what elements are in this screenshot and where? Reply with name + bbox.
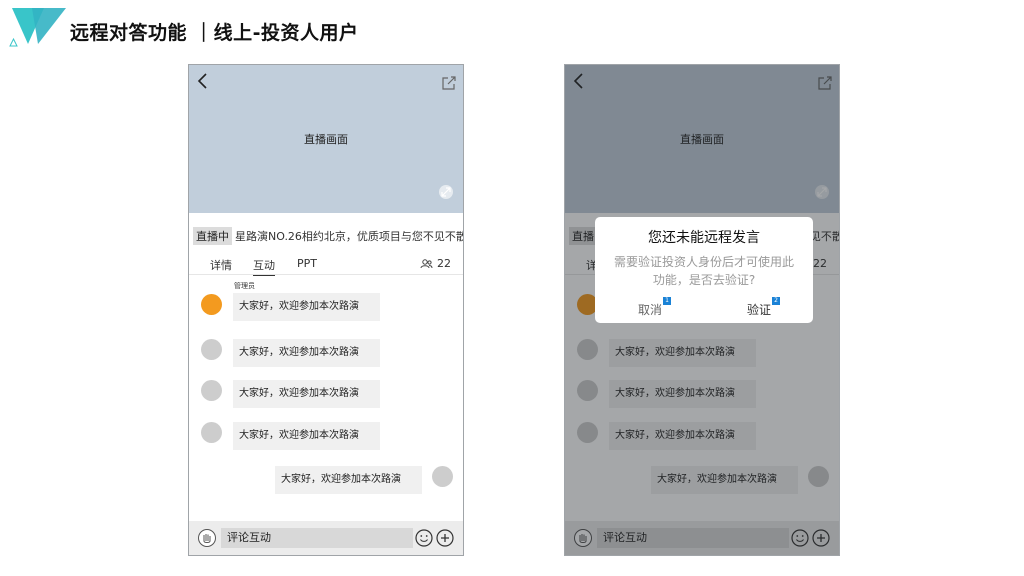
admin-label: 管理员 — [234, 282, 255, 290]
live-video-area[interactable]: 直播画面 — [189, 65, 463, 213]
viewer-count: 22 — [420, 257, 451, 270]
dialog-message: 需要验证投资人身份后才可使用此功能，是否去验证? — [613, 255, 794, 287]
tabs-divider — [189, 274, 463, 275]
live-title: 星路演NO.26相约北京，优质项目与您不见不散 — [235, 230, 464, 243]
avatar-admin[interactable] — [201, 294, 222, 315]
fullscreen-icon[interactable] — [439, 185, 453, 199]
phone-interact-screen: 直播画面 直播中 星路演NO.26相约北京，优质项目与您不见不散 详情 互动 P… — [188, 64, 464, 556]
verify-button-label: 验证 — [747, 303, 772, 317]
step-badge: 1 — [663, 297, 672, 305]
viewer-count-value: 22 — [437, 257, 451, 270]
phone-verify-dialog-screen: 直播画面 直播中 星路演NO.26相约北京，优质项目与您不见不散 详情 互动 P… — [564, 64, 840, 556]
emoji-icon[interactable] — [415, 529, 433, 547]
avatar[interactable] — [201, 380, 222, 401]
tab-bar: 详情 互动 PPT 22 — [189, 253, 463, 276]
live-status-badge: 直播中 — [193, 227, 232, 245]
plus-icon[interactable] — [436, 529, 454, 547]
comment-input[interactable]: 评论互动 — [221, 528, 413, 548]
share-icon[interactable] — [441, 75, 457, 91]
message-bubble-self: 大家好，欢迎参加本次路演 — [275, 466, 422, 494]
dialog-title: 您还未能远程发言 — [648, 230, 760, 246]
message-bubble: 大家好，欢迎参加本次路演 — [233, 339, 380, 367]
live-info-row: 直播中 星路演NO.26相约北京，优质项目与您不见不散 — [189, 221, 463, 245]
message-bubble: 大家好，欢迎参加本次路演 — [233, 380, 380, 408]
avatar[interactable] — [201, 339, 222, 360]
message-bubble: 大家好，欢迎参加本次路演 — [233, 422, 380, 450]
comment-bar: 评论互动 — [189, 521, 463, 555]
cancel-button[interactable]: 取消 1 — [638, 297, 672, 318]
step-badge: 2 — [772, 297, 781, 305]
back-icon[interactable] — [194, 71, 212, 91]
message-list: 管理员 大家好，欢迎参加本次路演 大家好，欢迎参加本次路演 大家好，欢迎参加本次… — [189, 277, 463, 525]
tab-detail[interactable]: 详情 — [210, 257, 232, 275]
avatar-self[interactable] — [432, 466, 453, 487]
verify-dialog: 您还未能远程发言 需要验证投资人身份后才可使用此功能，是否去验证? 取消 1 验… — [595, 217, 813, 323]
slide-title: 远程对答功能 ｜线上-投资人用户 — [70, 22, 359, 44]
verify-button[interactable]: 验证 2 — [747, 297, 781, 318]
brand-logo — [9, 8, 66, 47]
avatar[interactable] — [201, 422, 222, 443]
tab-ppt[interactable]: PPT — [297, 257, 317, 272]
viewers-icon — [420, 258, 433, 268]
video-label: 直播画面 — [304, 133, 348, 146]
hand-icon[interactable] — [198, 529, 216, 547]
cancel-button-label: 取消 — [638, 303, 663, 317]
message-bubble: 大家好，欢迎参加本次路演 — [233, 293, 380, 321]
